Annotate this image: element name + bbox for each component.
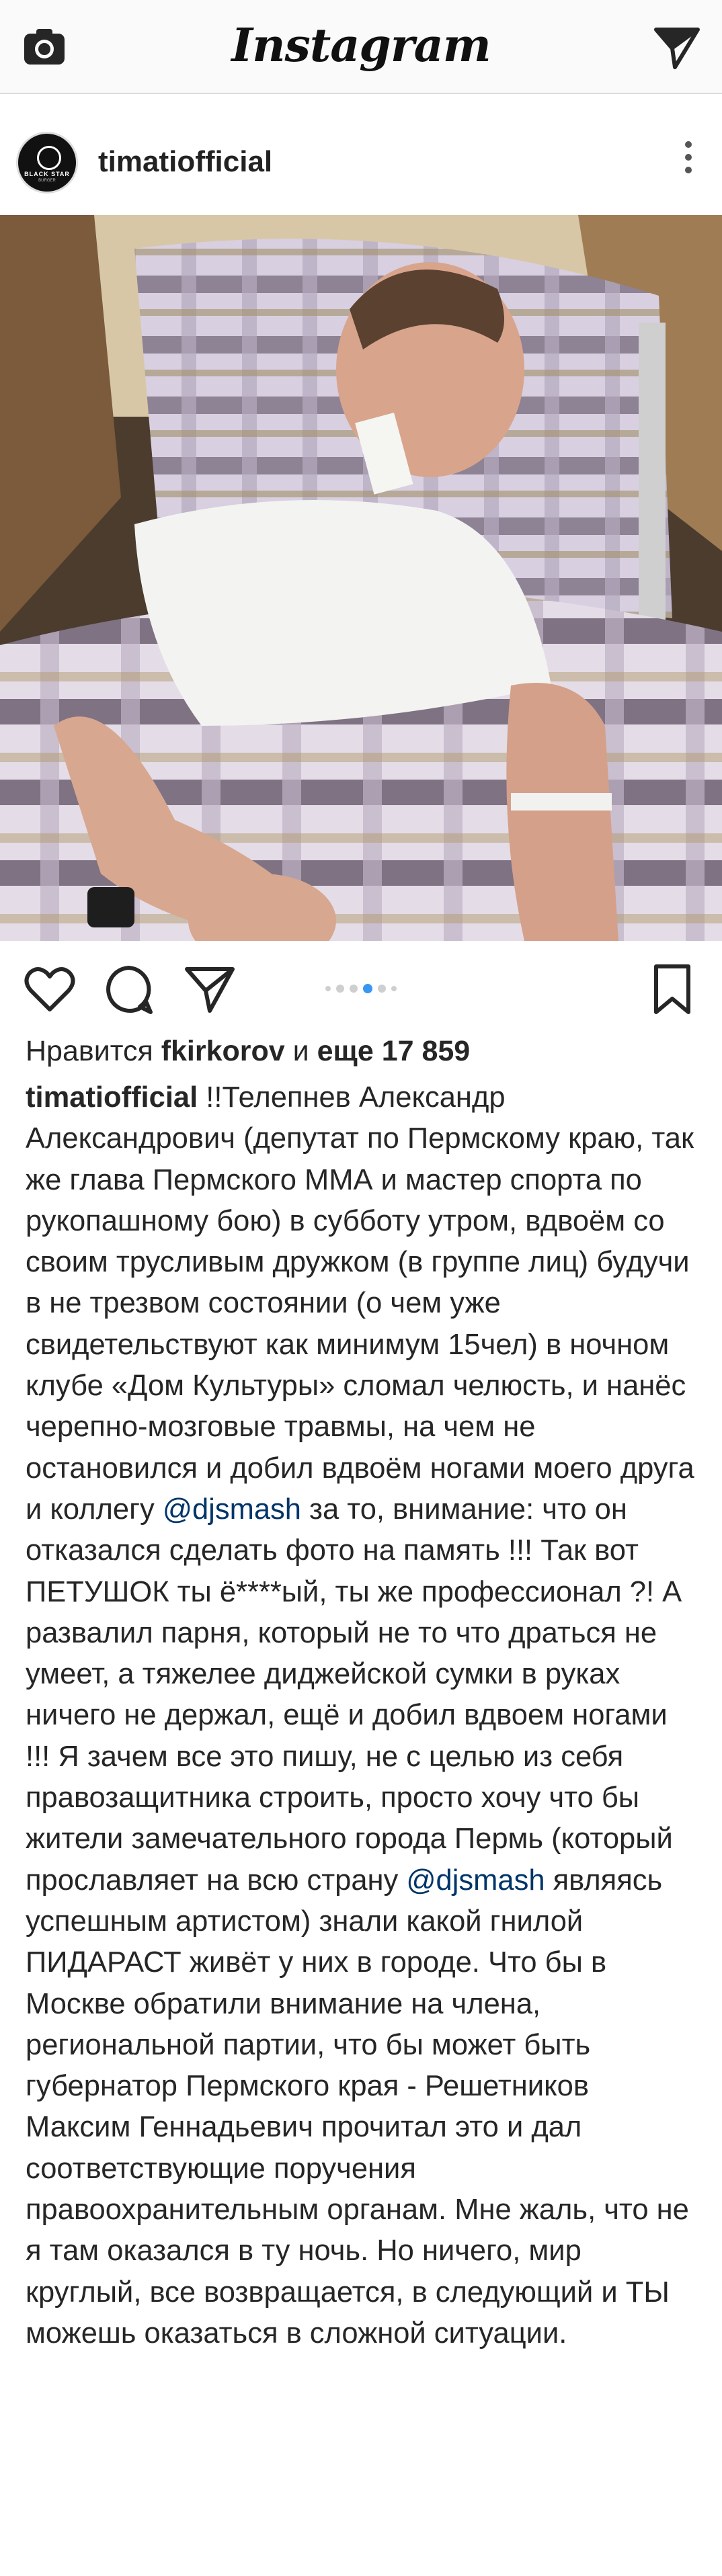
carousel-dot bbox=[325, 985, 331, 991]
caption-text: !!Телепнев Александр Александрович (депу… bbox=[26, 1081, 694, 1526]
post-photo[interactable] bbox=[0, 215, 722, 941]
app-logo-wordmark: Instagram bbox=[231, 19, 491, 73]
caption-text: являясь успешным артистом) знали какой г… bbox=[26, 1864, 689, 2350]
liked-by-user[interactable]: fkirkorov bbox=[161, 1035, 285, 1067]
avatar-subtext: BURGER bbox=[38, 179, 56, 183]
paper-plane-icon[interactable] bbox=[651, 22, 702, 73]
bookmark-icon[interactable] bbox=[645, 962, 699, 1016]
avatar[interactable]: BLACK STAR BURGER bbox=[16, 132, 78, 194]
post-header: BLACK STAR BURGER timatiofficial bbox=[0, 114, 722, 215]
caption-text: за то, внимание: что он отказался сделат… bbox=[26, 1493, 682, 1897]
post-username[interactable]: timatiofficial bbox=[98, 145, 272, 179]
caption-mention[interactable]: @djsmash bbox=[406, 1864, 545, 1897]
action-bar bbox=[0, 941, 722, 1035]
top-bar: Instagram bbox=[0, 0, 722, 94]
caption-mention[interactable]: @djsmash bbox=[163, 1493, 301, 1526]
avatar-ring-icon bbox=[37, 146, 61, 170]
carousel-dot bbox=[378, 984, 386, 993]
carousel-dot-active bbox=[363, 983, 372, 993]
vertical-ellipsis-icon[interactable] bbox=[682, 141, 695, 181]
carousel-dot bbox=[336, 984, 344, 993]
post-caption: timatiofficial !!Телепнев Александр Алек… bbox=[26, 1077, 698, 2354]
carousel-indicator bbox=[0, 983, 722, 995]
likes-line: Нравится fkirkorov и еще 17 859 bbox=[26, 1035, 470, 1068]
likes-others[interactable]: еще 17 859 bbox=[317, 1035, 471, 1067]
caption-author[interactable]: timatiofficial bbox=[26, 1081, 198, 1114]
carousel-dot bbox=[391, 985, 397, 991]
carousel-dot bbox=[350, 984, 358, 993]
avatar-text: BLACK STAR bbox=[24, 171, 70, 177]
likes-prefix: Нравится bbox=[26, 1035, 161, 1067]
likes-middle: и bbox=[284, 1035, 317, 1067]
